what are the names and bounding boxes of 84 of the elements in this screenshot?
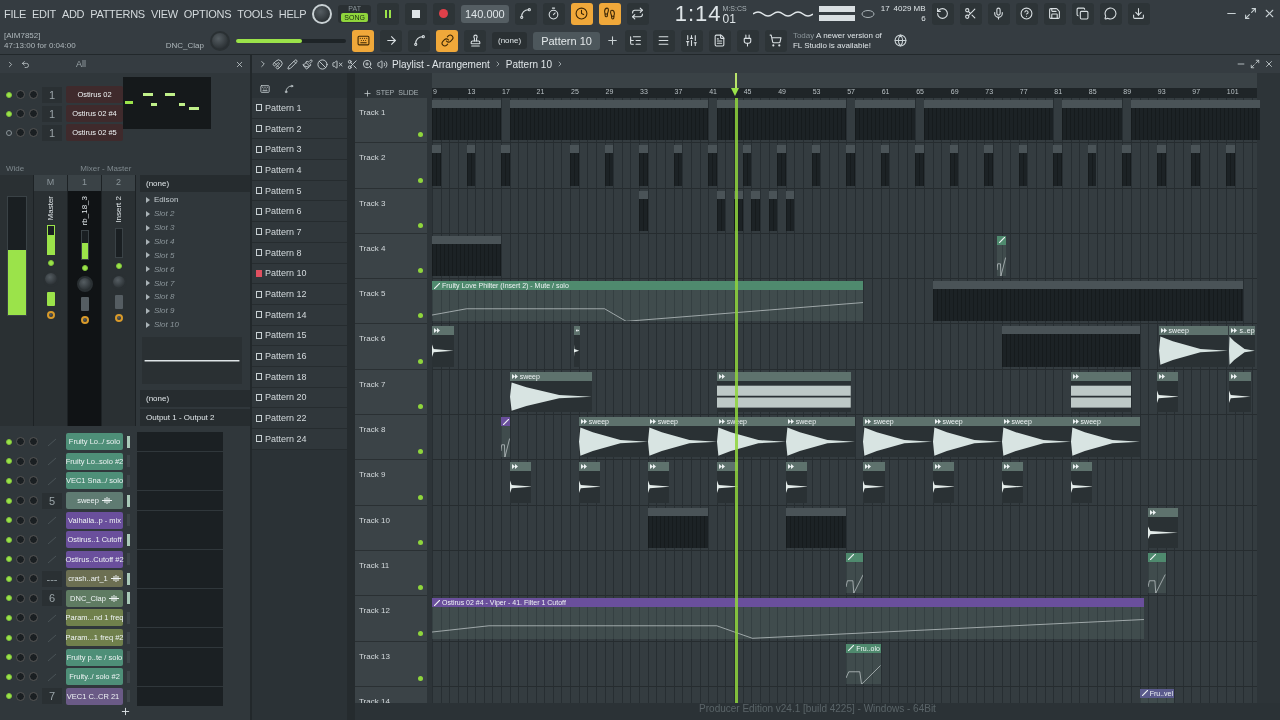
menu-item[interactable]: EDIT <box>32 7 56 20</box>
mixer-track-field[interactable]: 5 <box>42 492 62 509</box>
mixer-title: Mixer - Master <box>80 163 132 173</box>
output-dropdown[interactable]: Output 1 - Output 2 <box>140 409 250 426</box>
effect-slot[interactable]: Slot 4 <box>154 237 175 246</box>
menu-item[interactable]: ADD <box>61 7 85 20</box>
song-time: 1:14 <box>674 2 722 25</box>
menu-item[interactable]: PATTERNS <box>90 7 145 20</box>
mixer-strip[interactable]: 1 rb_18_3 <box>68 175 102 426</box>
snap-dropdown[interactable]: (none) <box>492 32 528 49</box>
breadcrumb-link[interactable]: Pattern 10 <box>505 58 552 70</box>
menu-item[interactable]: OPTIONS <box>183 7 232 20</box>
track-header[interactable]: Track 3 <box>355 188 427 234</box>
preset-dropdown[interactable]: (none) <box>140 175 250 192</box>
time-centiseconds: 01 <box>722 12 736 25</box>
pattern-item[interactable]: Pattern 7 <box>252 222 347 243</box>
pattern-item[interactable]: Pattern 3 <box>252 139 347 161</box>
mixer-strip[interactable]: M Master <box>34 175 68 426</box>
effect-slot[interactable]: Slot 7 <box>154 278 175 288</box>
tempo-field[interactable]: 140.000 <box>460 4 509 23</box>
pattern-selector[interactable]: Pattern 10 <box>533 31 600 50</box>
stereo-label: Wide <box>6 163 25 173</box>
effect-slot[interactable]: Slot 3 <box>154 223 175 233</box>
track-header[interactable]: Track 13 <box>355 641 427 687</box>
effect-slot[interactable]: Slot 2 <box>154 209 175 219</box>
track-header[interactable]: Track 7 <box>355 369 427 416</box>
polyphony-text: 6 <box>920 13 926 24</box>
send-dropdown[interactable]: (none) <box>140 390 250 407</box>
effect-slot[interactable]: Slot 5 <box>154 250 175 260</box>
track-header[interactable]: Track 9 <box>355 460 427 506</box>
pattern-item[interactable]: Pattern 15 <box>252 325 347 347</box>
hint-text: [AIM7852] <box>4 30 42 41</box>
mixer-track-field[interactable]: 7 <box>42 688 62 705</box>
pattern-item[interactable]: Pattern 1 <box>252 98 347 119</box>
menu-item[interactable]: VIEW <box>150 7 178 20</box>
mixer-track-field[interactable]: 1 <box>42 124 62 141</box>
pattern-item[interactable]: Pattern 14 <box>252 304 347 326</box>
pattern-item[interactable]: Pattern 20 <box>252 387 347 409</box>
menu-item[interactable]: HELP <box>278 7 307 20</box>
memory-text: 4029 MB <box>893 3 926 14</box>
effect-slot[interactable]: Edison <box>154 195 179 205</box>
track-header[interactable]: Track 10 <box>355 505 427 551</box>
pattern-item[interactable]: Pattern 10 <box>252 263 347 285</box>
news-text: Today A newer version of FL Studio is available! <box>792 30 883 51</box>
track-header[interactable]: Track 12 <box>355 596 427 642</box>
mixer-track-field[interactable]: 1 <box>42 86 62 103</box>
channel-label: DNC_Clap <box>165 40 204 51</box>
cpu-text: 17 <box>880 3 890 14</box>
pattern-item[interactable]: Pattern 4 <box>252 160 347 181</box>
menu-item[interactable]: FILE <box>4 7 27 20</box>
strip-name: Master <box>46 196 55 221</box>
pattern-item[interactable]: Pattern 22 <box>252 408 347 429</box>
pattern-item[interactable]: Pattern 24 <box>252 429 347 450</box>
strip-number: 1 <box>68 175 101 191</box>
mixer-strip[interactable]: 2 Insert 2 <box>102 175 136 426</box>
strip-number: M <box>34 175 67 191</box>
strip-number: 2 <box>102 175 135 191</box>
strip-name: rb_18_3 <box>80 196 89 226</box>
mixer-track-field[interactable]: --- <box>42 570 62 587</box>
effect-slot[interactable]: Slot 6 <box>154 264 175 274</box>
menu-item[interactable]: TOOLS <box>237 7 273 20</box>
track-header[interactable]: Track 5 <box>355 279 427 325</box>
pattern-item[interactable]: Pattern 12 <box>252 284 347 305</box>
strip-name: Insert 2 <box>114 196 123 223</box>
effect-slot[interactable]: Slot 8 <box>154 292 175 302</box>
track-header[interactable]: Track 1 <box>355 98 427 144</box>
track-header[interactable]: Track 2 <box>355 143 427 189</box>
pattern-item[interactable]: Pattern 5 <box>252 180 347 202</box>
pattern-item[interactable]: Pattern 2 <box>252 118 347 140</box>
effect-slot[interactable]: Slot 9 <box>154 306 175 316</box>
hint-text: 47:13:00 for 0:04:00 <box>4 40 77 51</box>
effect-slot[interactable]: Slot 10 <box>154 320 179 330</box>
mixer-track-field[interactable]: 1 <box>42 105 62 122</box>
filter-dropdown[interactable]: All <box>76 59 146 69</box>
pattern-item[interactable]: Pattern 18 <box>252 366 347 388</box>
pattern-item[interactable]: Pattern 8 <box>252 242 347 264</box>
track-header[interactable]: Track 4 <box>355 233 427 280</box>
pattern-item[interactable]: Pattern 16 <box>252 346 347 367</box>
playlist-title: Playlist - Arrangement <box>392 58 490 70</box>
mixer-track-field[interactable]: 6 <box>42 590 62 607</box>
pattern-item[interactable]: Pattern 6 <box>252 201 347 223</box>
track-header[interactable]: Track 8 <box>355 415 427 461</box>
track-header[interactable]: Track 11 <box>355 550 427 597</box>
track-header[interactable]: Track 6 <box>355 324 427 370</box>
